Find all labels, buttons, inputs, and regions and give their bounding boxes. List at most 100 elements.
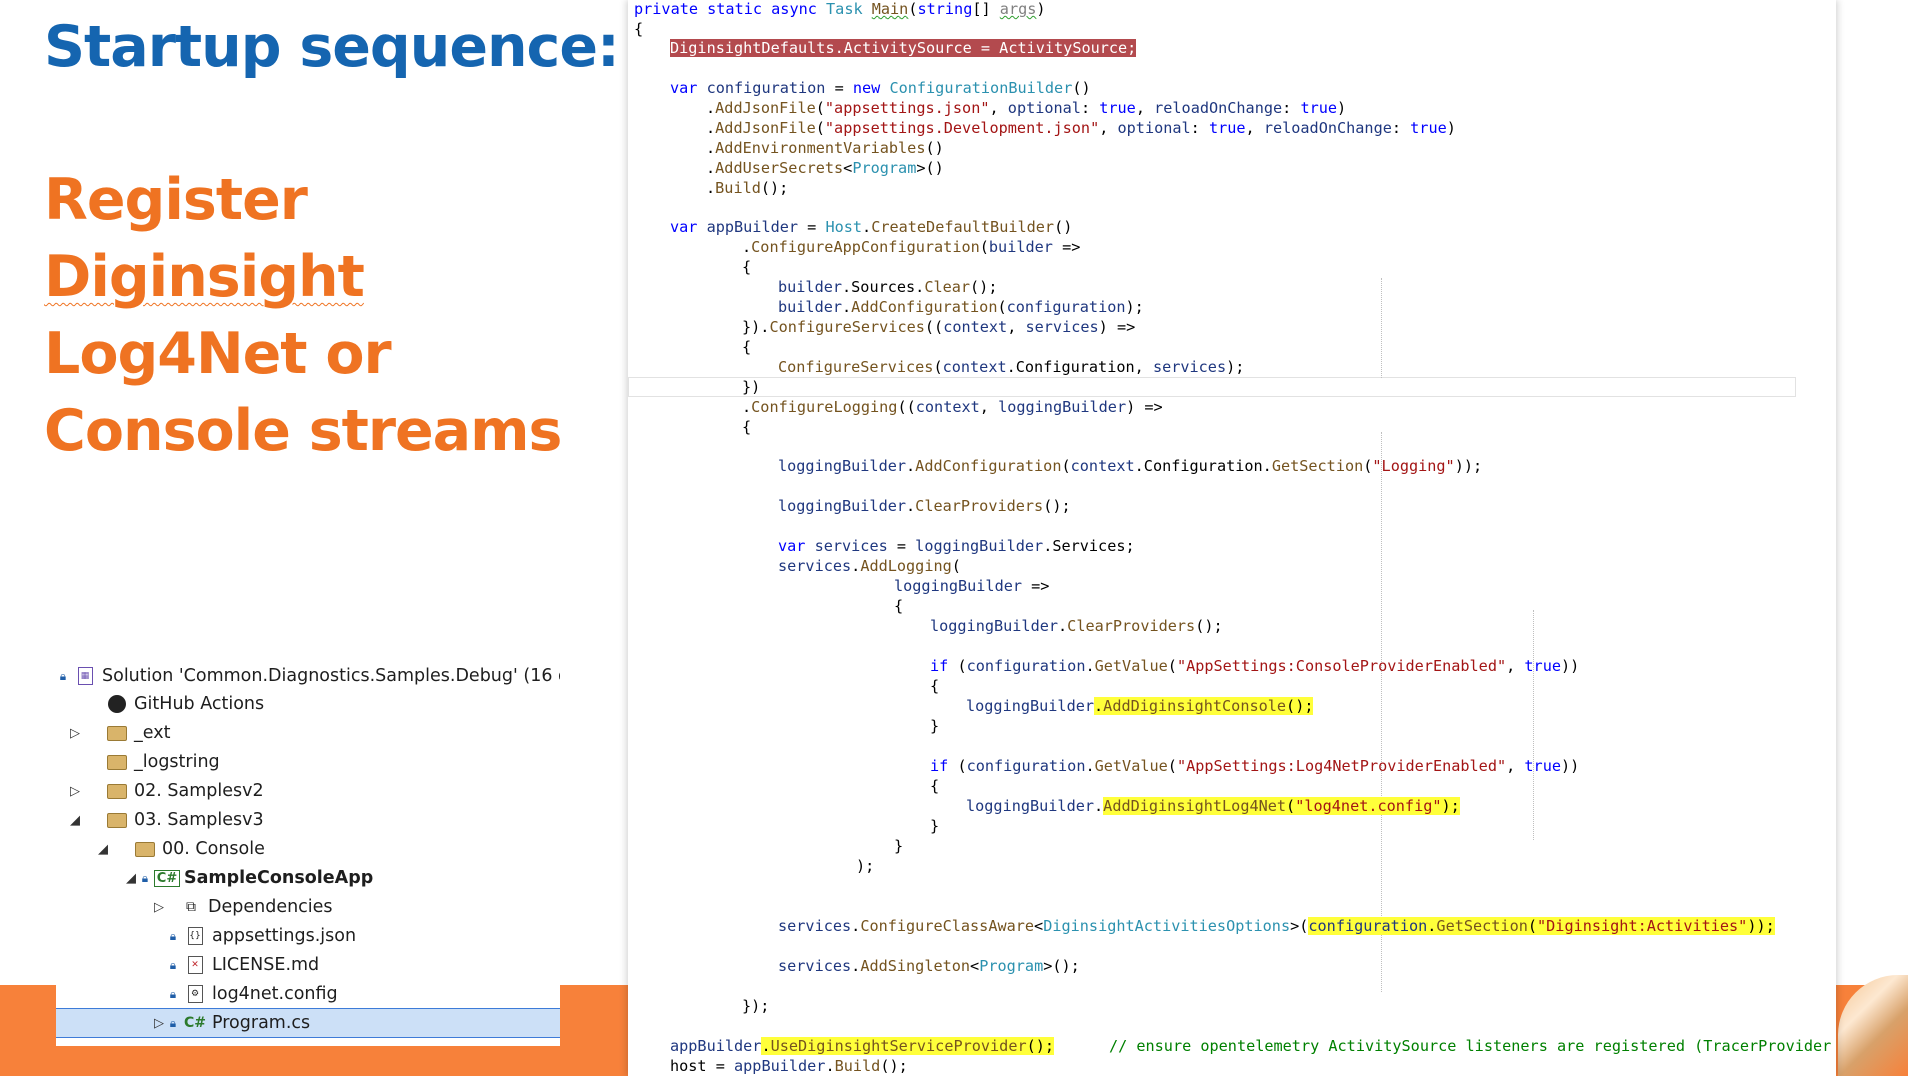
code-line-34: loggingBuilder.AddDiginsightLog4Net("log… — [966, 797, 1460, 815]
code-line-13: builder.Sources.Clear(); — [778, 278, 998, 296]
code-line-8: .AddUserSecrets<Program>() — [706, 159, 944, 177]
code-line-30: loggingBuilder.AddDiginsightConsole(); — [966, 697, 1314, 715]
folder-icon — [134, 840, 156, 858]
code-line-21: loggingBuilder.AddConfiguration(context.… — [778, 457, 1483, 475]
code-line-10: var appBuilder = Host.CreateDefaultBuild… — [670, 218, 1073, 236]
tree-row-license[interactable]: 🔒︎ ✕ LICENSE.md — [56, 951, 560, 979]
code-line-37: ); — [856, 857, 875, 875]
code-line-31: } — [930, 717, 940, 735]
csharp-project-icon: C# — [153, 869, 181, 887]
json-file-icon: {} — [184, 927, 206, 945]
subtitle-line-console: Console streams — [44, 398, 562, 464]
code-line-29: { — [930, 677, 940, 695]
tree-row-github-actions[interactable]: GitHub Actions — [56, 690, 560, 718]
code-line-26: { — [894, 597, 904, 615]
code-line-16: { — [742, 338, 752, 356]
tree-row-samplesv3[interactable]: ◢ 03. Samplesv3 — [56, 806, 560, 834]
current-line-indicator — [628, 377, 1796, 397]
collapse-arrow-icon[interactable]: ◢ — [68, 813, 82, 828]
code-line-33: { — [930, 777, 940, 795]
code-line-4: var configuration = new ConfigurationBui… — [670, 79, 1091, 97]
lock-icon: 🔒︎ — [169, 928, 177, 943]
tree-label: LICENSE.md — [212, 955, 320, 975]
code-line-6: .AddJsonFile("appsettings.Development.js… — [706, 119, 1456, 137]
subtitle-line-diginsight: Diginsight — [44, 244, 365, 310]
tree-label: Solution 'Common.Diagnostics.Samples.Deb… — [102, 666, 560, 686]
lock-icon: 🔒︎ — [169, 957, 177, 972]
tree-label: _logstring — [134, 752, 220, 772]
code-line-3: DiginsightDefaults.ActivitySource = Acti… — [670, 39, 1137, 57]
expand-arrow-icon[interactable]: ▷ — [68, 726, 82, 741]
markdown-file-icon: ✕ — [184, 956, 206, 974]
solution-explorer: 🔒︎ ▦ Solution 'Common.Diagnostics.Sample… — [56, 662, 560, 1046]
code-line-7: .AddEnvironmentVariables() — [706, 139, 944, 157]
github-icon — [106, 695, 128, 713]
slide-subtitle: Register Diginsight Log4Net or Console s… — [44, 162, 562, 470]
code-line-12: { — [742, 258, 752, 276]
code-line-28: if (configuration.GetValue("AppSettings:… — [930, 657, 1580, 675]
folder-icon — [106, 724, 128, 742]
code-line-27: loggingBuilder.ClearProviders(); — [930, 617, 1223, 635]
solution-icon: ▦ — [74, 667, 96, 685]
code-line-22: loggingBuilder.ClearProviders(); — [778, 497, 1071, 515]
code-line-5: .AddJsonFile("appsettings.json", optiona… — [706, 99, 1347, 117]
expand-arrow-icon[interactable]: ▷ — [152, 900, 166, 915]
tree-row-program-cs[interactable]: ▷ 🔒︎ C# Program.cs — [56, 1008, 560, 1038]
code-line-41: appBuilder.UseDiginsightServiceProvider(… — [670, 1037, 1832, 1055]
tree-row-sampleconsoleapp[interactable]: ◢ 🔒︎ C# SampleConsoleApp — [56, 864, 560, 892]
subtitle-line-register: Register — [44, 167, 308, 233]
lock-icon: 🔒︎ — [169, 1015, 177, 1030]
tree-label: _ext — [134, 723, 171, 743]
slide-title: Startup sequence: — [44, 14, 620, 80]
code-line-42: host = appBuilder.Build(); — [670, 1057, 908, 1075]
tree-row-samplesv2[interactable]: ▷ 02. Samplesv2 — [56, 777, 560, 805]
indent-guide — [1381, 432, 1382, 992]
tree-row-appsettings[interactable]: 🔒︎ {} appsettings.json — [56, 922, 560, 950]
indent-guide — [1533, 610, 1534, 840]
tree-row-ext[interactable]: ▷ _ext — [56, 719, 560, 747]
indent-guide — [1381, 278, 1382, 378]
code-line-11: .ConfigureAppConfiguration(builder => — [742, 238, 1081, 256]
code-line-20: { — [742, 418, 752, 436]
code-line-19: .ConfigureLogging((context, loggingBuild… — [742, 398, 1163, 416]
tree-label: GitHub Actions — [134, 694, 265, 714]
tree-label: appsettings.json — [212, 926, 357, 946]
code-line-15: }).ConfigureServices((context, services)… — [742, 318, 1136, 336]
tree-label: Dependencies — [208, 897, 333, 917]
code-line-35: } — [930, 817, 940, 835]
lock-icon: 🔒︎ — [169, 986, 177, 1001]
lock-icon: 🔒︎ — [59, 668, 67, 683]
lock-icon: 🔒︎ — [141, 870, 149, 885]
expand-arrow-icon[interactable]: ▷ — [68, 784, 82, 799]
collapse-arrow-icon[interactable]: ◢ — [124, 871, 138, 886]
code-line-23: var services = loggingBuilder.Services; — [778, 537, 1135, 555]
csharp-file-icon: C# — [184, 1015, 207, 1031]
config-file-icon: ⚙ — [184, 985, 206, 1003]
code-editor[interactable]: private static async Task Main(string[] … — [628, 0, 1836, 1076]
code-line-2: { — [634, 20, 644, 38]
dependencies-icon: ⧉ — [186, 899, 196, 915]
tree-row-dependencies[interactable]: ▷ ⧉ Dependencies — [56, 893, 560, 921]
tree-row-logstring[interactable]: _logstring — [56, 748, 560, 776]
code-line-25: loggingBuilder => — [894, 577, 1050, 595]
code-line-9: .Build(); — [706, 179, 789, 197]
code-line-32: if (configuration.GetValue("AppSettings:… — [930, 757, 1580, 775]
code-line-36: } — [894, 837, 904, 855]
tree-row-console[interactable]: ◢ 00. Console — [56, 835, 560, 863]
tree-label: Program.cs — [212, 1013, 311, 1033]
folder-icon — [106, 782, 128, 800]
tree-row-log4net[interactable]: 🔒︎ ⚙ log4net.config — [56, 980, 560, 1008]
code-line-1: private static async Task Main(string[] … — [634, 0, 1046, 18]
folder-icon — [106, 811, 128, 829]
tree-row-solution[interactable]: 🔒︎ ▦ Solution 'Common.Diagnostics.Sample… — [56, 662, 560, 690]
folder-icon — [106, 753, 128, 771]
tree-label: 00. Console — [162, 839, 265, 859]
code-line-24: services.AddLogging( — [778, 557, 961, 575]
subtitle-line-log4net: Log4Net or — [44, 321, 392, 387]
tree-label: 02. Samplesv2 — [134, 781, 264, 801]
code-line-40: }); — [742, 997, 770, 1015]
collapse-arrow-icon[interactable]: ◢ — [96, 842, 110, 857]
code-line-18: }) — [742, 378, 761, 396]
expand-arrow-icon[interactable]: ▷ — [152, 1016, 166, 1031]
code-line-38: services.ConfigureClassAware<DiginsightA… — [778, 917, 1775, 935]
